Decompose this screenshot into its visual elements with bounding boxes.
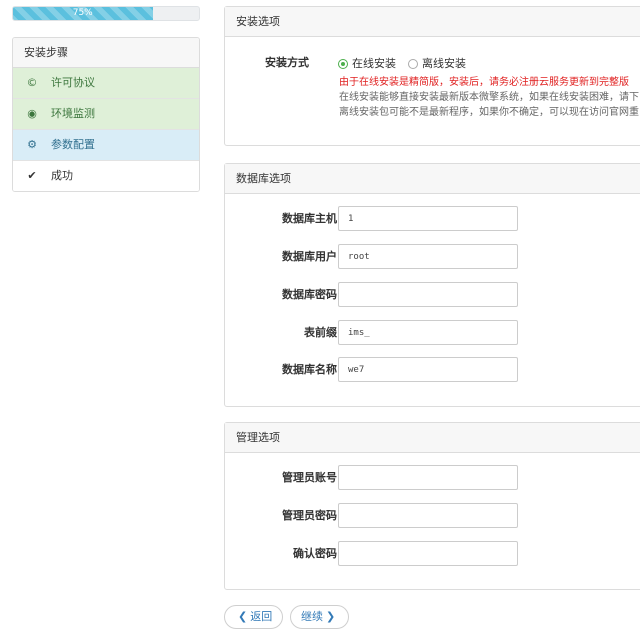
admin-account-label: 管理员账号 (282, 471, 337, 484)
step-config: ⚙ 参数配置 (13, 130, 199, 161)
db-password-input[interactable] (338, 282, 518, 307)
install-options-panel: 安装选项 安装方式 在线安装 离线安装 由于在线安装是精简版，安装后，请务必注册… (224, 6, 640, 146)
panel-title: 管理选项 (225, 423, 640, 453)
online-install-warning: 由于在线安装是精简版，安装后，请务必注册云服务更新到完整版 (339, 77, 629, 88)
radio-online-label: 在线安装 (352, 57, 396, 70)
radio-unselected-icon (408, 59, 418, 69)
db-user-label: 数据库用户 (282, 250, 337, 263)
db-host-label: 数据库主机 (282, 212, 337, 225)
back-button[interactable]: ❮ 返回 (224, 605, 284, 629)
install-method-label: 安装方式 (265, 56, 309, 69)
admin-password-label: 管理员密码 (282, 509, 337, 522)
admin-account-input[interactable] (338, 465, 518, 490)
admin-confirm-label: 确认密码 (293, 547, 337, 560)
db-name-label: 数据库名称 (282, 363, 337, 376)
db-name-input[interactable] (338, 357, 518, 382)
db-user-input[interactable] (338, 244, 518, 269)
database-options-panel: 数据库选项 数据库主机 数据库用户 数据库密码 表前缀 数据库名称 (224, 163, 640, 407)
radio-offline-label: 离线安装 (422, 57, 466, 70)
next-button[interactable]: 继续 ❯ (290, 605, 350, 629)
db-user-row: 数据库用户 (225, 244, 640, 269)
db-name-row: 数据库名称 (225, 357, 640, 382)
admin-password-input[interactable] (338, 503, 518, 528)
install-note-line-1: 在线安装能够直接安装最新版本微擎系统，如果在线安装困难，请下 (339, 92, 639, 103)
step-label: 许可协议 (51, 76, 95, 89)
copyright-icon: © (26, 76, 38, 89)
panel-title: 数据库选项 (225, 164, 640, 194)
progress-fill: 75% (13, 7, 153, 20)
admin-account-row: 管理员账号 (225, 465, 640, 490)
install-progress-bar: 75% (12, 6, 200, 21)
panel-title: 安装选项 (225, 7, 640, 37)
radio-offline-install[interactable]: 离线安装 (408, 55, 466, 71)
db-prefix-row: 表前缀 (225, 320, 640, 345)
step-label: 成功 (51, 169, 73, 182)
steps-title: 安装步骤 (13, 38, 199, 68)
db-prefix-input[interactable] (338, 320, 518, 345)
admin-password-row: 管理员密码 (225, 503, 640, 528)
radio-selected-icon (338, 59, 348, 69)
admin-options-panel: 管理选项 管理员账号 管理员密码 确认密码 (224, 422, 640, 590)
check-icon: ✔ (27, 169, 37, 182)
step-label: 参数配置 (51, 138, 95, 151)
chevron-right-icon: ❯ (326, 610, 336, 623)
step-env-check: ◉ 环境监测 (13, 99, 199, 130)
eye-icon: ◉ (27, 107, 37, 120)
step-license: © 许可协议 (13, 68, 199, 99)
back-label: 返回 (250, 610, 273, 623)
db-host-row: 数据库主机 (225, 206, 640, 231)
install-steps-panel: 安装步骤 © 许可协议 ◉ 环境监测 ⚙ 参数配置 ✔ 成功 (12, 37, 200, 192)
db-password-label: 数据库密码 (282, 288, 337, 301)
next-label: 继续 (301, 610, 323, 623)
admin-confirm-row: 确认密码 (225, 541, 640, 566)
chevron-left-icon: ❮ (238, 610, 248, 623)
step-label: 环境监测 (51, 107, 95, 120)
install-note-line-2: 离线安装包可能不是最新程序，如果你不确定，可以现在访问官网重 (339, 107, 639, 118)
step-success: ✔ 成功 (13, 161, 199, 191)
radio-online-install[interactable]: 在线安装 (338, 55, 396, 71)
db-prefix-label: 表前缀 (304, 326, 337, 339)
admin-confirm-input[interactable] (338, 541, 518, 566)
db-host-input[interactable] (338, 206, 518, 231)
gear-icon: ⚙ (27, 138, 37, 151)
db-password-row: 数据库密码 (225, 282, 640, 307)
